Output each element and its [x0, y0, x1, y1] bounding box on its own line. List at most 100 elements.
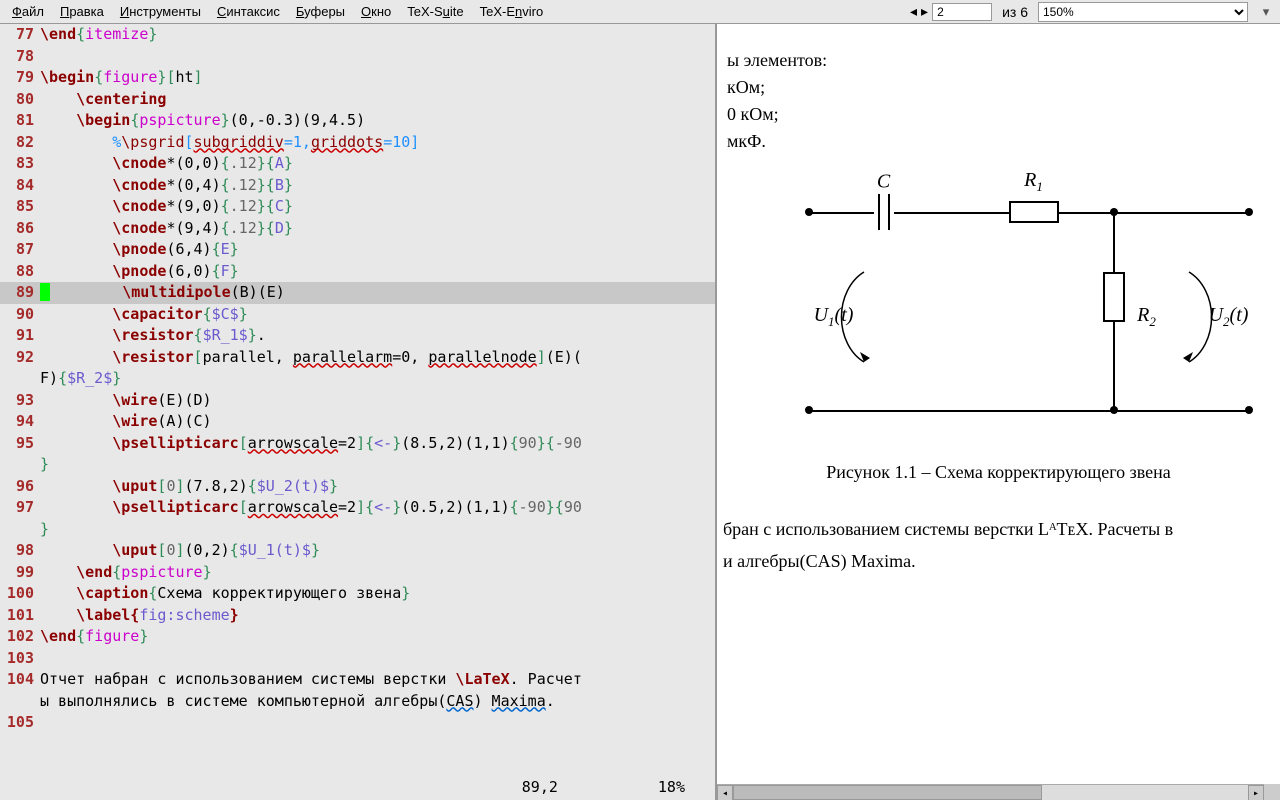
pdf-preview-pane[interactable]: ы элементов: кОм;0 кОм;мкФ. — [715, 24, 1280, 800]
line-number: 77 — [0, 24, 40, 46]
editor-pane[interactable]: 77\end{itemize}7879\begin{figure}[ht]80 … — [0, 24, 715, 800]
line-number — [0, 454, 40, 476]
code-line[interactable]: 78 — [0, 46, 715, 68]
code-content[interactable]: \capacitor{$C$} — [40, 304, 715, 326]
code-content[interactable]: \end{pspicture} — [40, 562, 715, 584]
code-line[interactable]: 89 \multidipole(B)(E) — [0, 282, 715, 304]
menu-item[interactable]: Синтаксис — [209, 2, 288, 21]
line-number: 86 — [0, 218, 40, 240]
code-content[interactable]: } — [40, 519, 715, 541]
code-content[interactable]: \centering — [40, 89, 715, 111]
line-number: 81 — [0, 110, 40, 132]
menu-item[interactable]: TeX-Enviro — [472, 2, 552, 21]
code-content[interactable]: \wire(A)(C) — [40, 411, 715, 433]
code-line[interactable]: 84 \cnode*(0,4){.12}{B} — [0, 175, 715, 197]
code-content[interactable]: \uput[0](0,2){$U_1(t)$} — [40, 540, 715, 562]
menu-overflow-icon[interactable]: ▾ — [1256, 4, 1276, 20]
code-line[interactable]: 93 \wire(E)(D) — [0, 390, 715, 412]
code-content[interactable]: \wire(E)(D) — [40, 390, 715, 412]
code-line[interactable]: 94 \wire(A)(C) — [0, 411, 715, 433]
menu-item[interactable]: Инструменты — [112, 2, 209, 21]
line-number: 89 — [0, 282, 40, 304]
code-content[interactable]: } — [40, 454, 715, 476]
code-line[interactable]: 97 \psellipticarc[arrowscale=2]{<-}(0.5,… — [0, 497, 715, 519]
code-content[interactable]: F){$R_2$} — [40, 368, 715, 390]
code-content[interactable]: \cnode*(0,4){.12}{B} — [40, 175, 715, 197]
code-line[interactable]: 83 \cnode*(0,0){.12}{A} — [0, 153, 715, 175]
code-content[interactable]: \begin{pspicture}(0,-0.3)(9,4.5) — [40, 110, 715, 132]
code-line[interactable]: 88 \pnode(6,0){F} — [0, 261, 715, 283]
code-line[interactable]: 77\end{itemize} — [0, 24, 715, 46]
code-line[interactable]: 100 \caption{Схема корректирующего звена… — [0, 583, 715, 605]
code-content[interactable]: \psellipticarc[arrowscale=2]{<-}(0.5,2)(… — [40, 497, 715, 519]
code-content[interactable]: \cnode*(9,0){.12}{C} — [40, 196, 715, 218]
code-line[interactable]: } — [0, 519, 715, 541]
code-line[interactable]: 91 \resistor{$R_1$}. — [0, 325, 715, 347]
page-prev-icon[interactable]: ◂ — [910, 3, 917, 20]
code-content[interactable]: %\psgrid[subgriddiv=1,griddots=10] — [40, 132, 715, 154]
code-line[interactable]: 90 \capacitor{$C$} — [0, 304, 715, 326]
menu-item[interactable]: Правка — [52, 2, 112, 21]
code-content[interactable]: \pnode(6,4){E} — [40, 239, 715, 261]
code-line[interactable]: F){$R_2$} — [0, 368, 715, 390]
scroll-track[interactable] — [733, 785, 1248, 800]
code-content[interactable]: \label{fig:scheme} — [40, 605, 715, 627]
menu-item[interactable]: Буферы — [288, 2, 353, 21]
code-line[interactable]: 99 \end{pspicture} — [0, 562, 715, 584]
code-content[interactable]: \begin{figure}[ht] — [40, 67, 715, 89]
code-content[interactable]: \cnode*(0,0){.12}{A} — [40, 153, 715, 175]
code-line[interactable]: 98 \uput[0](0,2){$U_1(t)$} — [0, 540, 715, 562]
line-number: 85 — [0, 196, 40, 218]
page-input[interactable] — [932, 3, 992, 21]
code-content[interactable]: \resistor[parallel, parallelarm=0, paral… — [40, 347, 715, 369]
code-content[interactable]: \cnode*(9,4){.12}{D} — [40, 218, 715, 240]
code-content[interactable]: \pnode(6,0){F} — [40, 261, 715, 283]
line-number: 103 — [0, 648, 40, 670]
line-number: 101 — [0, 605, 40, 627]
code-line[interactable]: 102\end{figure} — [0, 626, 715, 648]
code-content[interactable]: \psellipticarc[arrowscale=2]{<-}(8.5,2)(… — [40, 433, 715, 455]
menu-item[interactable]: TeX-Suite — [399, 2, 471, 21]
code-content[interactable]: \end{itemize} — [40, 24, 715, 46]
code-line[interactable]: 87 \pnode(6,4){E} — [0, 239, 715, 261]
code-line[interactable]: 85 \cnode*(9,0){.12}{C} — [0, 196, 715, 218]
code-content[interactable] — [40, 46, 715, 68]
zoom-select[interactable]: 150% — [1038, 2, 1248, 22]
code-line[interactable]: 92 \resistor[parallel, parallelarm=0, pa… — [0, 347, 715, 369]
code-line[interactable]: 96 \uput[0](7.8,2){$U_2(t)$} — [0, 476, 715, 498]
scroll-left-icon[interactable]: ◂ — [717, 785, 733, 800]
code-line[interactable]: 101 \label{fig:scheme} — [0, 605, 715, 627]
menu-item[interactable]: Файл — [4, 2, 52, 21]
code-line[interactable]: } — [0, 454, 715, 476]
code-content[interactable]: \uput[0](7.8,2){$U_2(t)$} — [40, 476, 715, 498]
h-scrollbar[interactable]: ◂ ▸ — [717, 784, 1264, 800]
code-line[interactable]: 82 %\psgrid[subgriddiv=1,griddots=10] — [0, 132, 715, 154]
code-content[interactable]: \caption{Схема корректирующего звена} — [40, 583, 715, 605]
line-number: 78 — [0, 46, 40, 68]
line-number: 104 — [0, 669, 40, 691]
code-content[interactable]: ы выполнялись в системе компьютерной алг… — [40, 691, 715, 713]
code-line[interactable]: 81 \begin{pspicture}(0,-0.3)(9,4.5) — [0, 110, 715, 132]
code-content[interactable] — [40, 712, 715, 734]
scroll-thumb[interactable] — [733, 785, 1042, 800]
code-content[interactable] — [40, 648, 715, 670]
code-content[interactable]: \resistor{$R_1$}. — [40, 325, 715, 347]
code-line[interactable]: 105 — [0, 712, 715, 734]
code-line[interactable]: 103 — [0, 648, 715, 670]
code-line[interactable]: 104Отчет набран с использованием системы… — [0, 669, 715, 691]
code-content[interactable]: \multidipole(B)(E) — [40, 282, 715, 304]
code-line[interactable]: 95 \psellipticarc[arrowscale=2]{<-}(8.5,… — [0, 433, 715, 455]
code-content[interactable]: Отчет набран с использованием системы ве… — [40, 669, 715, 691]
code-content[interactable]: \end{figure} — [40, 626, 715, 648]
editor-lines[interactable]: 77\end{itemize}7879\begin{figure}[ht]80 … — [0, 24, 715, 775]
circuit-diagram: C R1 R2 U1(t) U2(t) — [749, 172, 1249, 452]
code-line[interactable]: 86 \cnode*(9,4){.12}{D} — [0, 218, 715, 240]
line-number: 96 — [0, 476, 40, 498]
main-split: 77\end{itemize}7879\begin{figure}[ht]80 … — [0, 24, 1280, 800]
scroll-right-icon[interactable]: ▸ — [1248, 785, 1264, 800]
code-line[interactable]: 79\begin{figure}[ht] — [0, 67, 715, 89]
code-line[interactable]: 80 \centering — [0, 89, 715, 111]
menu-item[interactable]: Окно — [353, 2, 399, 21]
page-next-icon[interactable]: ▸ — [921, 3, 928, 20]
code-line[interactable]: ы выполнялись в системе компьютерной алг… — [0, 691, 715, 713]
